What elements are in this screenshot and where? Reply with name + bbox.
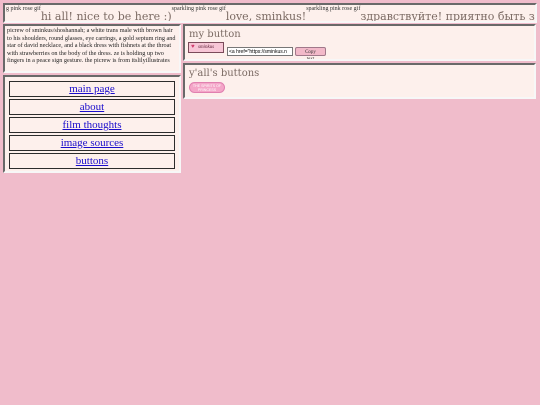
- marquee-greeting: hi all! nice to be here :): [40, 10, 172, 23]
- marquee-row: g pink rose gifhi all! nice to be here :…: [5, 5, 537, 23]
- nav-buttons[interactable]: buttons: [9, 153, 175, 169]
- rose-gif-image: sparkling pink rose gif: [171, 6, 226, 12]
- nav-main-page[interactable]: main page: [9, 81, 175, 97]
- marquee-banner: g pink rose gifhi all! nice to be here :…: [3, 3, 537, 23]
- nav-panel: main page about film thoughts image sour…: [3, 75, 181, 173]
- marquee-signoff: love, sminkus!: [225, 10, 307, 23]
- rose-gif-image: sparkling pink rose gif: [306, 6, 361, 12]
- yall-buttons-title: y'all's buttons: [189, 68, 260, 79]
- button-code-field[interactable]: [227, 47, 293, 56]
- my-button-title: my button: [189, 29, 241, 40]
- heart-icon: ♥: [191, 44, 195, 50]
- badge-label: sminkus: [198, 45, 215, 50]
- nav-image-sources[interactable]: image sources: [9, 135, 175, 151]
- marquee-russian-greeting: здравствуйте! приятно быть зде: [360, 10, 537, 23]
- rose-gif-image: g pink rose gif: [6, 6, 41, 12]
- copy-text-button[interactable]: Copy text: [295, 47, 326, 59]
- nav-film-thoughts[interactable]: film thoughts: [9, 117, 175, 133]
- bio-panel: picrew of sminkus/shoshannah; a white tr…: [3, 24, 181, 73]
- sminkus-badge[interactable]: ♥ sminkus: [188, 42, 224, 53]
- my-button-panel: my button ♥ sminkus Copy text: [183, 24, 536, 61]
- friend-button[interactable]: THE SPIRITS OF PRINCESS: [189, 82, 225, 93]
- picrew-image: picrew of sminkus/shoshannah; a white tr…: [7, 27, 176, 64]
- yall-buttons-panel: y'all's buttons THE SPIRITS OF PRINCESS: [183, 63, 536, 99]
- nav-guestbook[interactable]: guestbook: [9, 171, 175, 173]
- nav-about[interactable]: about: [9, 99, 175, 115]
